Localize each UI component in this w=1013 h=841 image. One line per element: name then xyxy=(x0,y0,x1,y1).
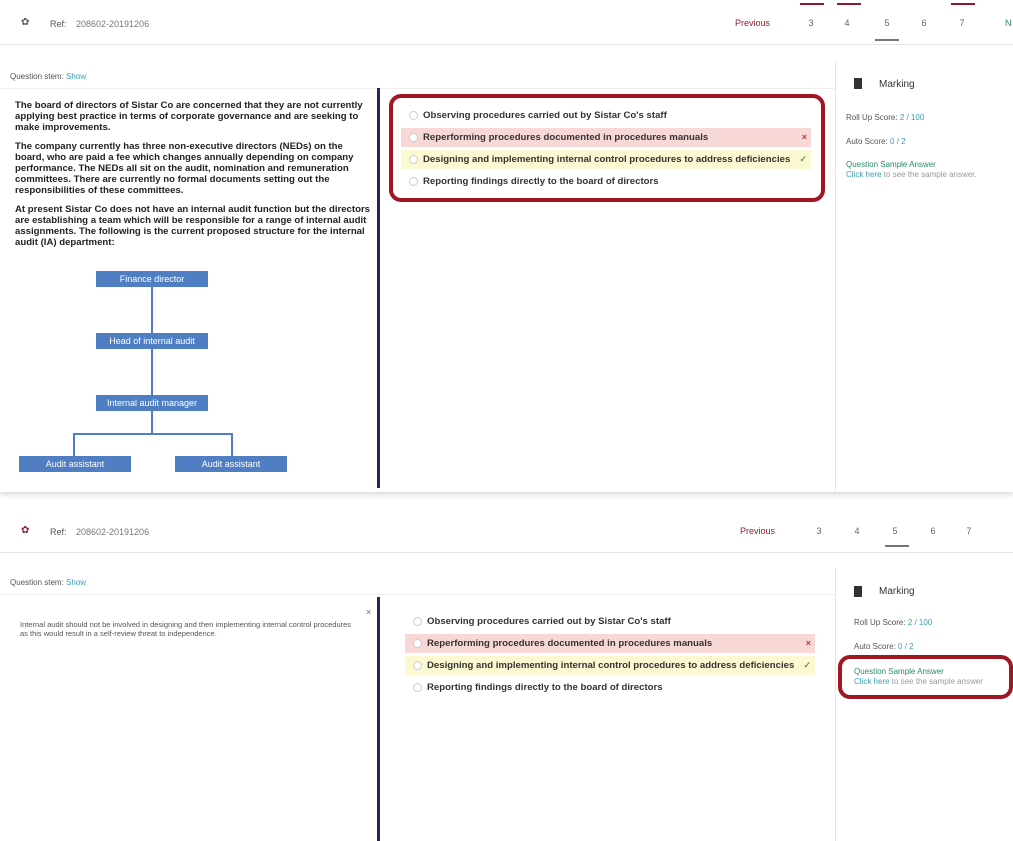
previous-link[interactable]: Previous xyxy=(735,18,770,28)
marking-title: Marking xyxy=(879,586,915,597)
question-paragraph: At present Sistar Co does not have an in… xyxy=(15,204,371,248)
ref-label: Ref: xyxy=(50,527,67,537)
org-connector xyxy=(151,287,153,333)
question-paragraph: The company currently has three non-exec… xyxy=(15,141,354,196)
ref-value: 208602-20191206 xyxy=(76,527,150,537)
rollup-score: Roll Up Score: 2 / 100 xyxy=(846,113,924,122)
split-divider[interactable] xyxy=(377,88,380,488)
marking-title: Marking xyxy=(879,79,915,90)
page-4-link[interactable]: 4 xyxy=(840,18,854,28)
show-stem-link[interactable]: Show xyxy=(66,72,86,81)
next-link[interactable]: N xyxy=(1005,18,1012,28)
auto-value: 0 / 2 xyxy=(890,137,906,146)
org-head-internal-audit: Head of internal audit xyxy=(96,333,208,349)
rollup-value: 2 / 100 xyxy=(899,113,925,122)
question-panel-bottom: ✿ Ref: 208602-20191206 Previous 3 4 5 6 … xyxy=(0,508,1013,841)
page-5-link[interactable]: 5 xyxy=(880,18,894,28)
option-label: Observing procedures carried out by Sist… xyxy=(427,616,671,627)
org-audit-assistant-2: Audit assistant xyxy=(175,456,287,472)
page-7-indicator xyxy=(951,3,975,5)
stem-divider xyxy=(0,88,836,89)
question-panel-top: ✿ Ref: 208602-20191206 Previous 3 4 5 6 … xyxy=(0,0,1013,492)
radio-button[interactable] xyxy=(413,639,422,648)
explanation-text: Internal audit should not be involved in… xyxy=(20,620,352,638)
page-6-link[interactable]: 6 xyxy=(917,18,931,28)
sample-answer-title[interactable]: Question Sample Answer xyxy=(846,160,936,169)
org-audit-assistant-1: Audit assistant xyxy=(19,456,131,472)
question-paragraph: The board of directors of Sistar Co are … xyxy=(15,100,363,133)
document-icon: d xyxy=(854,78,862,89)
page-4-link[interactable]: 4 xyxy=(850,526,864,536)
page-3-link[interactable]: 3 xyxy=(804,18,818,28)
stem-text: Question stem: xyxy=(10,578,64,587)
highlight-box-sample-answer xyxy=(838,655,1013,699)
sidebar-divider xyxy=(835,568,836,841)
ref-label: Ref: xyxy=(50,19,67,29)
auto-score: Auto Score: 0 / 2 xyxy=(846,137,906,146)
page-6-link[interactable]: 6 xyxy=(926,526,940,536)
page-3-link[interactable]: 3 xyxy=(812,526,826,536)
rollup-label: Roll Up Score: xyxy=(846,113,898,122)
answer-option[interactable]: Reporting findings directly to the board… xyxy=(405,678,815,697)
stem-text: Question stem: xyxy=(10,72,64,81)
highlight-box-options xyxy=(389,94,825,202)
document-icon: d xyxy=(854,586,862,597)
org-connector xyxy=(151,349,153,395)
current-page-indicator xyxy=(885,545,909,547)
ref-value: 208602-20191206 xyxy=(76,19,150,29)
question-stem-label: Question stem: Show xyxy=(10,578,86,587)
gear-icon[interactable]: ✿ xyxy=(21,18,31,28)
page-4-indicator xyxy=(837,3,861,5)
org-internal-audit-manager: Internal audit manager xyxy=(96,395,208,411)
click-here-link[interactable]: Click here xyxy=(846,170,882,179)
option-label: Designing and implementing internal cont… xyxy=(427,660,795,671)
sidebar-divider xyxy=(835,62,836,492)
question-text: The board of directors of Sistar Co are … xyxy=(15,100,371,256)
auto-score: Auto Score: 0 / 2 xyxy=(854,642,914,651)
page-7-link[interactable]: 7 xyxy=(955,18,969,28)
check-icon: ✓ xyxy=(803,660,811,670)
show-stem-link[interactable]: Show xyxy=(66,578,86,587)
rollup-score: Roll Up Score: 2 / 100 xyxy=(854,618,932,627)
header-bar: ✿ Ref: 208602-20191206 Previous 3 4 5 6 … xyxy=(0,0,1013,45)
stem-divider xyxy=(0,594,836,595)
page-7-link[interactable]: 7 xyxy=(962,526,976,536)
gear-icon[interactable]: ✿ xyxy=(21,526,31,536)
option-label: Reporting findings directly to the board… xyxy=(427,682,663,693)
org-connector xyxy=(73,433,233,435)
rollup-value: 2 / 100 xyxy=(907,618,933,627)
radio-button[interactable] xyxy=(413,661,422,670)
page-5-link[interactable]: 5 xyxy=(888,526,902,536)
org-connector xyxy=(231,433,233,456)
sample-answer-hint: Click here to see the sample answer. xyxy=(846,170,977,179)
answer-option[interactable]: Designing and implementing internal cont… xyxy=(405,656,815,675)
answer-option[interactable]: Observing procedures carried out by Sist… xyxy=(405,612,815,631)
page-3-indicator xyxy=(800,3,824,5)
radio-button[interactable] xyxy=(413,617,422,626)
option-label: Reperforming procedures documented in pr… xyxy=(427,638,713,649)
split-divider[interactable] xyxy=(377,597,380,841)
answer-option[interactable]: Reperforming procedures documented in pr… xyxy=(405,634,815,653)
org-connector xyxy=(151,411,153,433)
current-page-indicator xyxy=(875,39,899,41)
close-icon[interactable]: × xyxy=(366,607,371,617)
previous-link[interactable]: Previous xyxy=(740,526,775,536)
rollup-label: Roll Up Score: xyxy=(854,618,906,627)
org-connector xyxy=(73,433,75,456)
sample-answer-rest: to see the sample answer. xyxy=(881,170,977,179)
auto-label: Auto Score: xyxy=(854,642,896,651)
cross-icon: × xyxy=(805,638,811,648)
question-stem-label: Question stem: Show xyxy=(10,72,86,81)
org-finance-director: Finance director xyxy=(96,271,208,287)
radio-button[interactable] xyxy=(413,683,422,692)
auto-value: 0 / 2 xyxy=(898,642,914,651)
auto-label: Auto Score: xyxy=(846,137,888,146)
header-bar: ✿ Ref: 208602-20191206 Previous 3 4 5 6 … xyxy=(0,508,1013,553)
